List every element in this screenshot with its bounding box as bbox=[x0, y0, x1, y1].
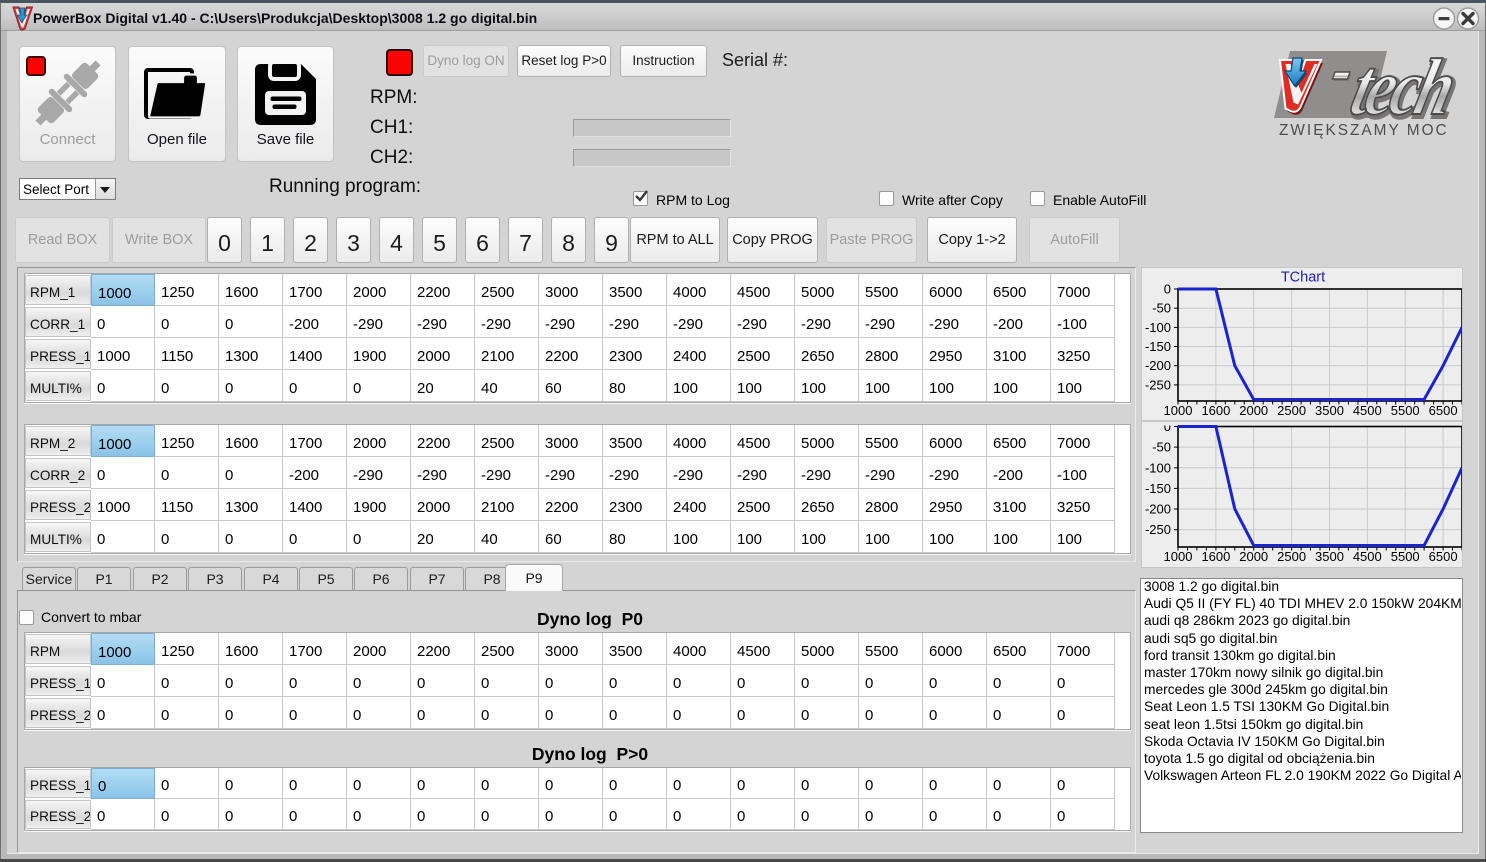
svg-text:4500: 4500 bbox=[1353, 403, 1382, 418]
svg-text:6500: 6500 bbox=[1429, 403, 1458, 418]
svg-text:-100: -100 bbox=[1145, 320, 1171, 335]
svg-text:2500: 2500 bbox=[1277, 549, 1306, 564]
svg-text:2000: 2000 bbox=[1239, 549, 1268, 564]
svg-text:5500: 5500 bbox=[1391, 549, 1420, 564]
svg-text:4500: 4500 bbox=[1353, 549, 1382, 564]
svg-text:6500: 6500 bbox=[1429, 549, 1458, 564]
svg-text:1000: 1000 bbox=[1164, 549, 1193, 564]
svg-text:2000: 2000 bbox=[1239, 403, 1268, 418]
svg-text:5500: 5500 bbox=[1391, 403, 1420, 418]
svg-text:ZWIĘKSZAMY MOC: ZWIĘKSZAMY MOC bbox=[1279, 122, 1449, 139]
svg-text:1600: 1600 bbox=[1201, 403, 1230, 418]
svg-text:TChart: TChart bbox=[1281, 270, 1325, 286]
svg-text:-150: -150 bbox=[1145, 339, 1171, 354]
svg-text:-250: -250 bbox=[1145, 377, 1171, 392]
svg-text:-200: -200 bbox=[1145, 358, 1171, 373]
svg-text:0: 0 bbox=[1164, 282, 1171, 297]
svg-text:-200: -200 bbox=[1145, 502, 1171, 517]
svg-text:3500: 3500 bbox=[1315, 549, 1344, 564]
svg-text:-100: -100 bbox=[1145, 460, 1171, 475]
svg-text:-50: -50 bbox=[1152, 440, 1171, 455]
svg-text:-50: -50 bbox=[1152, 301, 1171, 316]
svg-text:-250: -250 bbox=[1145, 522, 1171, 537]
svg-text:3500: 3500 bbox=[1315, 403, 1344, 418]
svg-text:2500: 2500 bbox=[1277, 403, 1306, 418]
svg-text:1600: 1600 bbox=[1201, 549, 1230, 564]
svg-text:-150: -150 bbox=[1145, 481, 1171, 496]
svg-text:1000: 1000 bbox=[1164, 403, 1193, 418]
